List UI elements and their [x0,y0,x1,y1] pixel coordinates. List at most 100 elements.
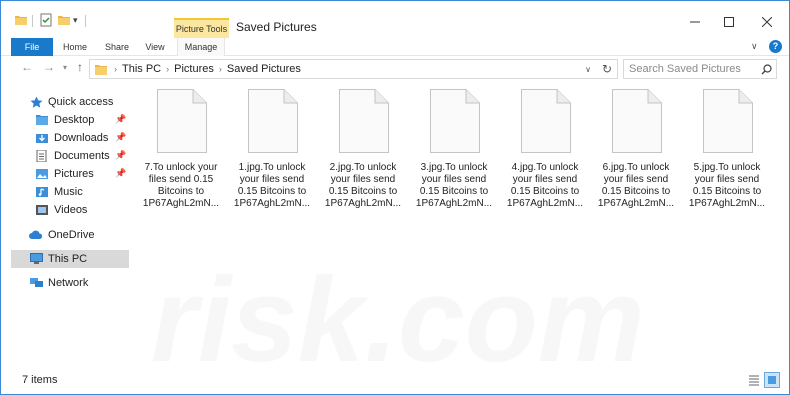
nav-network[interactable]: Network [29,274,88,292]
minimize-button[interactable] [681,11,709,33]
search-input[interactable]: Search Saved Pictures [623,59,777,79]
folder-icon [95,63,109,75]
music-icon [35,185,49,199]
new-folder-icon[interactable] [57,12,71,28]
document-icon [521,89,571,153]
divider [85,15,86,27]
nav-label: Network [48,277,89,289]
downloads-icon [35,131,49,145]
large-icons-view-icon[interactable] [764,372,780,388]
refresh-icon[interactable]: ↻ [602,62,612,76]
star-icon [29,95,43,109]
breadcrumb-pictures[interactable]: Pictures [174,63,214,75]
window-title: Saved Pictures [236,20,317,34]
details-view-icon[interactable] [746,372,762,388]
nav-label: Downloads [54,132,109,144]
breadcrumb-saved-pictures[interactable]: Saved Pictures [227,63,301,75]
desktop-icon [35,113,49,127]
document-icon [612,89,662,153]
customize-quick-access-icon[interactable]: ▾ [73,12,78,28]
help-icon[interactable]: ? [769,40,782,53]
file-item[interactable]: 7.To unlock your files send 0.15 Bitcoins … [137,89,225,213]
nav-label: Music [54,186,83,198]
address-dropdown-icon[interactable]: ∨ [585,65,591,74]
nav-label: OneDrive [48,229,95,241]
cloud-icon [29,228,43,242]
chevron-right-icon: › [166,64,170,74]
nav-label: This PC [48,253,88,265]
document-icon [703,89,753,153]
file-item[interactable]: 2.jpg.To unlock your files send 0.15 Bitco… [319,89,407,213]
nav-label: Documents [54,150,110,162]
file-view: 7.To unlock your files send 0.15 Bitcoins … [136,83,786,368]
nav-label: Pictures [54,168,94,180]
file-name: 5.jpg.To unlock your files send 0.15 Bitco… [688,162,766,209]
ribbon-tabs: File Home Share View Manage ∨ ? [1,38,789,56]
tab-manage[interactable]: Manage [177,38,225,56]
status-bar: 7 items [1,368,789,394]
pictures-icon [35,167,49,181]
file-item[interactable]: 5.jpg.To unlock your files send 0.15 Bitco… [683,89,771,213]
videos-icon [35,203,49,217]
back-button[interactable]: ← [21,60,33,74]
nav-downloads[interactable]: Downloads [35,129,108,147]
navigation-pane: Quick access Desktop 📌 Downloads 📌 Docum… [1,83,132,368]
title-bar: ▾ Picture Tools Saved Pictures [1,1,789,38]
document-icon [248,89,298,153]
search-placeholder: Search Saved Pictures [629,63,741,75]
pin-icon[interactable]: 📌 [115,114,126,125]
divider [32,15,33,27]
file-item[interactable]: 1.jpg.To unlock your files send 0.15 Bitco… [228,89,316,213]
up-button[interactable]: ↑ [77,60,83,74]
explorer-window: ▾ Picture Tools Saved Pictures File Home… [0,0,790,395]
document-icon [339,89,389,153]
nav-quick-access[interactable]: Quick access [29,93,113,111]
documents-icon [35,149,49,163]
item-count: 7 items [22,374,58,386]
file-name: 4.jpg.To unlock your files send 0.15 Bitco… [506,162,584,209]
forward-button[interactable]: → [43,60,55,74]
picture-tools-label: Picture Tools [174,19,229,38]
file-name: 7.To unlock your files send 0.15 Bitcoins … [142,162,220,209]
search-icon[interactable] [761,63,772,81]
breadcrumb-this-pc[interactable]: This PC [122,63,161,75]
chevron-right-icon: › [218,64,222,74]
nav-documents[interactable]: Documents [35,147,110,165]
maximize-button[interactable] [715,11,743,33]
tab-share[interactable]: Share [99,38,135,56]
address-bar[interactable]: › This PC › Pictures › Saved Pictures ∨ … [89,59,618,79]
tab-file[interactable]: File [11,38,53,56]
properties-icon[interactable] [39,12,53,28]
folder-icon[interactable] [14,12,28,28]
expand-ribbon-icon[interactable]: ∨ [751,41,758,52]
tab-home[interactable]: Home [57,38,93,56]
pin-icon[interactable]: 📌 [115,168,126,179]
address-row: ← → ▾ ↑ › This PC › Pictures › Saved Pic… [1,56,789,81]
document-icon [430,89,480,153]
close-button[interactable] [753,11,781,33]
nav-desktop[interactable]: Desktop [35,111,94,129]
nav-label: Desktop [54,114,95,126]
file-name: 3.jpg.To unlock your files send 0.15 Bitco… [415,162,493,209]
file-item[interactable]: 6.jpg.To unlock your files send 0.15 Bitco… [592,89,680,213]
chevron-right-icon: › [114,64,117,74]
nav-label: Videos [54,204,88,216]
document-icon [157,89,207,153]
tab-view[interactable]: View [141,38,169,56]
nav-this-pc[interactable]: This PC [29,250,87,268]
nav-music[interactable]: Music [35,183,83,201]
nav-pictures[interactable]: Pictures [35,165,94,183]
nav-onedrive[interactable]: OneDrive [29,226,94,244]
file-name: 2.jpg.To unlock your files send 0.15 Bitco… [324,162,402,209]
file-name: 1.jpg.To unlock your files send 0.15 Bitco… [233,162,311,209]
pin-icon[interactable]: 📌 [115,132,126,143]
recent-locations-icon[interactable]: ▾ [63,63,67,72]
file-name: 6.jpg.To unlock your files send 0.15 Bitco… [597,162,675,209]
computer-icon [29,252,43,266]
file-item[interactable]: 3.jpg.To unlock your files send 0.15 Bitco… [410,89,498,213]
nav-videos[interactable]: Videos [35,201,87,219]
nav-label: Quick access [48,96,114,108]
pin-icon[interactable]: 📌 [115,150,126,161]
file-item[interactable]: 4.jpg.To unlock your files send 0.15 Bitco… [501,89,589,213]
network-icon [29,276,43,290]
